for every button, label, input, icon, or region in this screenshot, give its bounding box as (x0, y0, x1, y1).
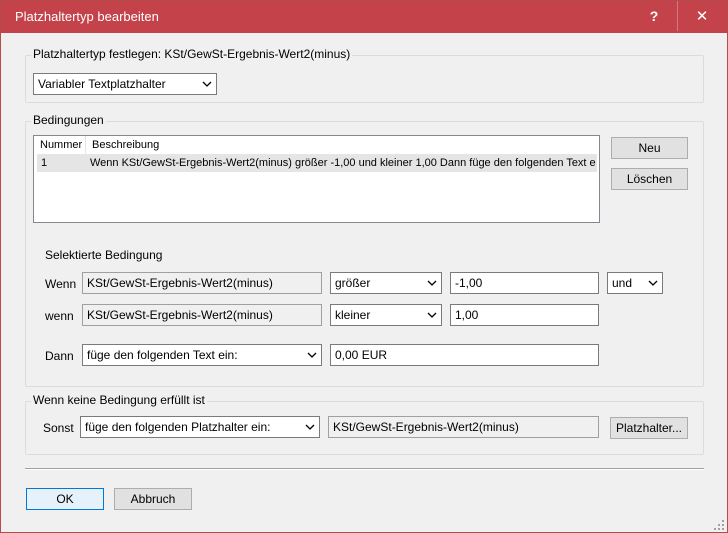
conditions-group-label: Bedingungen (31, 113, 106, 127)
if-operator-value: größer (335, 276, 371, 290)
help-button[interactable]: ? (631, 1, 677, 31)
placeholder-button[interactable]: Platzhalter... (610, 417, 688, 439)
new-button[interactable]: Neu (611, 137, 688, 159)
type-group-label: Platzhaltertyp festlegen: KSt/GewSt-Erge… (31, 47, 353, 61)
list-item-number: 1 (41, 157, 48, 169)
and-label: wenn (45, 309, 74, 323)
if-field: KSt/GewSt-Ergebnis-Wert2(minus) (82, 272, 322, 294)
if-operator-select[interactable]: größer (330, 272, 442, 294)
and-operator-select[interactable]: kleiner (330, 304, 442, 326)
column-header-number[interactable]: Nummer (34, 136, 86, 154)
then-action-value: füge den folgenden Text ein: (87, 348, 238, 362)
if-value-input[interactable]: -1,00 (450, 272, 599, 294)
else-action-value: füge den folgenden Platzhalter ein: (85, 420, 271, 434)
else-label: Sonst (43, 421, 74, 435)
cancel-button[interactable]: Abbruch (114, 488, 192, 510)
dialog-window: Platzhaltertyp bearbeiten ? ✕ Platzhalte… (0, 0, 728, 533)
connector-value: und (612, 276, 633, 290)
delete-button[interactable]: Löschen (611, 168, 688, 190)
if-label: Wenn (45, 277, 77, 291)
selected-condition-heading: Selektierte Bedingung (45, 248, 163, 262)
title-bar[interactable]: Platzhaltertyp bearbeiten ? ✕ (1, 1, 727, 33)
footer-divider (25, 468, 704, 470)
help-icon: ? (649, 8, 659, 24)
chevron-down-icon (427, 278, 437, 288)
connector-select[interactable]: und (607, 272, 663, 294)
titlebar-separator (677, 1, 678, 31)
list-item-description: Wenn KSt/GewSt-Ergebnis-Wert2(minus) grö… (90, 157, 596, 169)
else-placeholder-field: KSt/GewSt-Ergebnis-Wert2(minus) (328, 416, 599, 438)
list-item[interactable]: 1 Wenn KSt/GewSt-Ergebnis-Wert2(minus) g… (37, 154, 597, 172)
and-operator-value: kleiner (335, 308, 371, 322)
placeholder-type-select[interactable]: Variabler Textplatzhalter (33, 73, 217, 95)
ok-button[interactable]: OK (26, 488, 104, 510)
resize-grip-icon[interactable] (714, 519, 724, 530)
chevron-down-icon (307, 350, 317, 360)
then-label: Dann (45, 349, 74, 363)
close-button[interactable]: ✕ (679, 1, 725, 31)
then-value-input[interactable]: 0,00 EUR (330, 344, 599, 366)
and-value-input[interactable]: 1,00 (450, 304, 599, 326)
chevron-down-icon (202, 79, 212, 89)
else-group-label: Wenn keine Bedingung erfüllt ist (31, 393, 207, 407)
column-header-description[interactable]: Beschreibung (86, 136, 586, 154)
window-title: Platzhaltertyp bearbeiten (15, 9, 159, 24)
placeholder-type-value: Variabler Textplatzhalter (38, 77, 166, 91)
chevron-down-icon (648, 278, 658, 288)
close-icon: ✕ (695, 8, 709, 25)
and-field: KSt/GewSt-Ergebnis-Wert2(minus) (82, 304, 322, 326)
chevron-down-icon (427, 310, 437, 320)
else-action-select[interactable]: füge den folgenden Platzhalter ein: (80, 416, 320, 438)
chevron-down-icon (305, 422, 315, 432)
conditions-list[interactable]: Nummer Beschreibung 1 Wenn KSt/GewSt-Erg… (33, 135, 600, 223)
then-action-select[interactable]: füge den folgenden Text ein: (82, 344, 322, 366)
